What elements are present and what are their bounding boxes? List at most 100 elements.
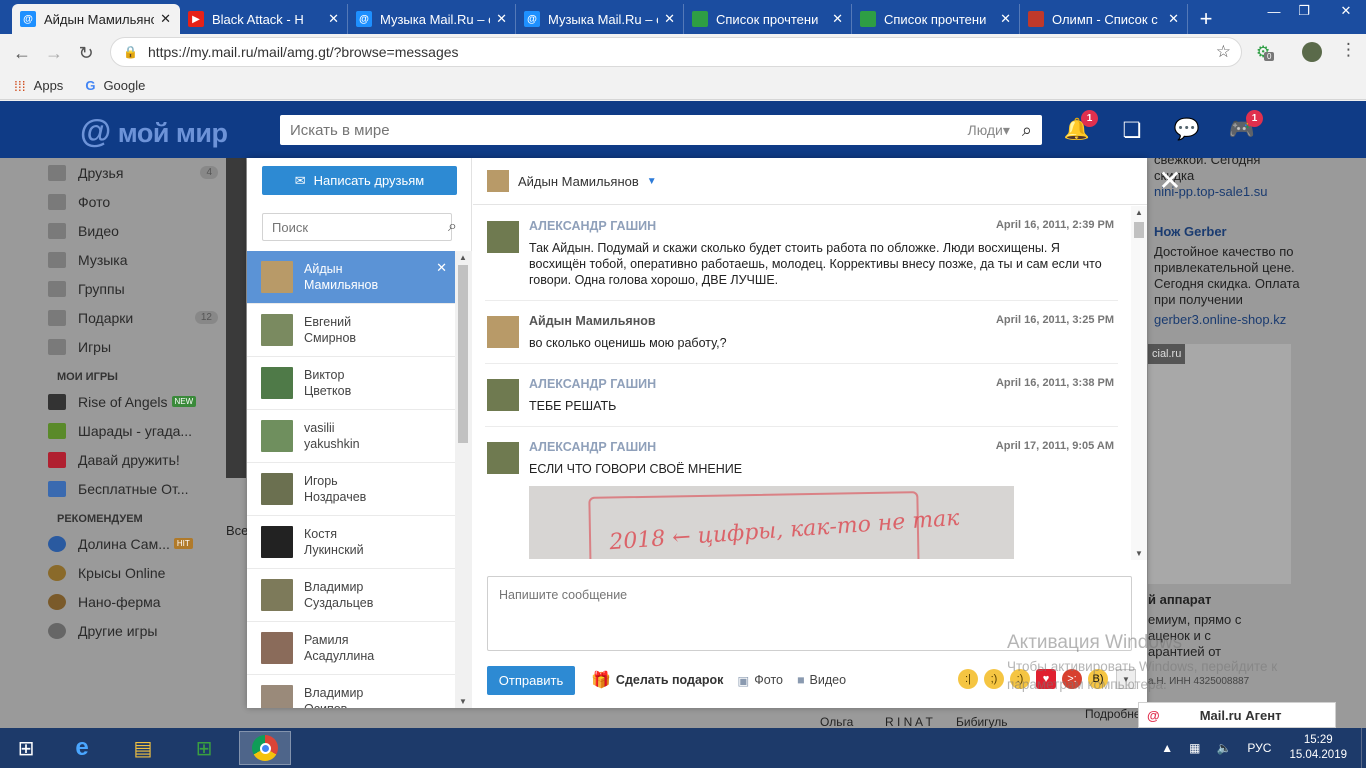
tab-close-icon[interactable]: ✕ [328,11,339,27]
attach-video-button[interactable]: ■ Видео [797,673,846,687]
scrollbar-thumb[interactable] [458,265,468,443]
contact-item[interactable]: Айдын Мамильянов ✕ [247,251,455,304]
bg-game-item[interactable]: Шарады - угада... [48,416,218,445]
bg-recommended-item[interactable]: Другие игры [48,616,218,645]
close-icon[interactable]: ✕ [436,260,447,276]
contact-item[interactable]: Рамиля Асадуллина [247,622,455,675]
message-photo[interactable]: 2018 ← цифры, как-то не так [529,486,1014,559]
scroll-up-arrow[interactable]: ▲ [459,253,467,262]
restore-button[interactable]: ❐ [1286,0,1322,22]
language-indicator[interactable]: РУС [1247,741,1271,755]
tab-close-icon[interactable]: ✕ [1168,11,1179,27]
contact-item[interactable]: Виктор Цветков [247,357,455,410]
bg-menu-item[interactable]: Игры [48,332,218,361]
new-tab-button[interactable]: + [1188,4,1224,34]
browser-tab[interactable]: Олимп - Список с ✕ [1020,4,1188,34]
contact-item[interactable]: Игорь Ноздрачев [247,463,455,516]
profile-avatar[interactable] [1302,42,1322,62]
emoji-wink-icon[interactable]: ;) [984,669,1004,689]
show-desktop-button[interactable] [1361,728,1366,768]
forward-button[interactable]: → [38,37,70,69]
taskbar-store[interactable]: ⊞ [178,731,230,765]
conversation-header[interactable]: Айдын Мамильянов ▼ [473,158,1147,205]
bg-menu-item[interactable]: Подарки 12 [48,303,218,332]
bg-game-item[interactable]: Rise of Angels NEW [48,387,218,416]
site-search-input[interactable] [280,116,968,144]
scroll-down-arrow[interactable]: ▼ [1135,549,1143,558]
emoji-devil-icon[interactable]: >: [1062,669,1082,689]
emoji-neutral-icon[interactable]: :| [958,669,978,689]
close-icon[interactable]: ✕ [1156,165,1184,196]
tab-close-icon[interactable]: ✕ [664,11,675,27]
mail-agent-popup[interactable]: @ Mail.ru Агент [1138,702,1336,728]
bg-menu-item[interactable]: Фото [48,187,218,216]
browser-tab[interactable]: @ Музыка Mail.Ru – с ✕ [516,4,684,34]
bg-recommended-item[interactable]: Нано-ферма [48,587,218,616]
search-icon[interactable]: ⌕ [448,218,457,236]
avatar[interactable] [487,221,519,253]
avatar[interactable] [487,316,519,348]
avatar[interactable] [487,379,519,411]
network-icon[interactable]: ▦ [1189,741,1200,755]
browser-tab[interactable]: @ Музыка Mail.Ru – с ✕ [348,4,516,34]
tab-close-icon[interactable]: ✕ [496,11,507,27]
contact-item[interactable]: vasilii yakushkin [247,410,455,463]
back-button[interactable]: ← [6,37,38,69]
taskbar-ie[interactable]: e [56,731,108,765]
bg-menu-item[interactable]: Друзья 4 [48,158,218,187]
emoji-more-button[interactable]: ▼ [1116,669,1136,689]
contact-item[interactable]: Евгений Смирнов [247,304,455,357]
emoji-heart-icon[interactable]: ♥ [1036,669,1056,689]
make-gift-button[interactable]: 🎁 Сделать подарок [591,670,723,690]
taskbar-chrome[interactable] [239,731,291,765]
site-logo[interactable]: @ мой мир [80,113,228,150]
bg-game-item[interactable]: Бесплатные От... [48,474,218,503]
tray-arrow-icon[interactable]: ▲ [1161,741,1173,755]
bookmark-google[interactable]: G Google [85,78,145,93]
close-window-button[interactable]: ✕ [1328,0,1364,22]
notifications-bell-icon[interactable]: 🔔 1 [1062,110,1098,143]
message-input[interactable] [488,577,1131,650]
chat-bubbles-icon[interactable]: ❏ [1117,117,1147,143]
start-button[interactable]: ⊞ [0,731,52,765]
taskbar-explorer[interactable]: ▤ [117,731,169,765]
messages-scrollbar[interactable]: ▲ ▼ [1131,206,1147,560]
write-to-friends-button[interactable]: ✉ Написать друзьям [262,166,457,195]
extension-icon[interactable]: ⚙ 0 [1256,42,1275,62]
ad2-title[interactable]: Нож Gerber [1148,224,1366,240]
contacts-search-input[interactable] [263,215,448,239]
ad3-title[interactable]: й аппарат [1148,592,1366,608]
attach-photo-button[interactable]: ▣ Фото [737,673,783,688]
emoji-smile-icon[interactable]: :) [1010,669,1030,689]
search-icon[interactable]: ⌕ [1022,120,1032,141]
contact-item[interactable]: Костя Лукинский [247,516,455,569]
bg-menu-item[interactable]: Видео [48,216,218,245]
ad2-link[interactable]: gerber3.online-shop.kz [1148,312,1366,328]
gamepad-icon[interactable]: 🎮 1 [1227,110,1263,143]
scrollbar-thumb[interactable] [1134,222,1144,238]
avatar[interactable] [487,442,519,474]
bg-game-item[interactable]: Давай дружить! [48,445,218,474]
menu-dots-icon[interactable]: ⋮ [1340,40,1357,60]
contact-item[interactable]: Владимир Суздальцев [247,569,455,622]
tab-close-icon[interactable]: ✕ [1000,11,1011,27]
contacts-scrollbar[interactable]: ▲ ▼ [455,251,472,708]
bookmark-apps[interactable]: ⁞⁞⁞ Apps [14,78,63,94]
browser-tab[interactable]: ▶ Black Attack - Н ✕ [180,4,348,34]
tab-close-icon[interactable]: ✕ [160,11,171,27]
browser-tab[interactable]: @ Айдын Мамильянс ✕ [12,4,180,34]
messages-icon[interactable]: 💬 [1172,117,1202,143]
scroll-down-arrow[interactable]: ▼ [459,697,467,706]
scroll-up-arrow[interactable]: ▲ [1135,208,1143,217]
ad3-image[interactable]: cial.ru [1148,344,1291,584]
emoji-sunglasses-icon[interactable]: B) [1088,669,1108,689]
bookmark-star-icon[interactable]: ☆ [1216,42,1231,62]
browser-tab[interactable]: Список прочтени ✕ [684,4,852,34]
bg-menu-item[interactable]: Группы [48,274,218,303]
send-button[interactable]: Отправить [487,665,575,695]
bg-menu-item[interactable]: Музыка [48,245,218,274]
clock[interactable]: 15:29 15.04.2019 [1289,733,1347,763]
search-scope-dropdown[interactable]: Люди▾ [968,122,1010,139]
tab-close-icon[interactable]: ✕ [832,11,843,27]
bg-recommended-item[interactable]: Долина Сам... HIT [48,529,218,558]
